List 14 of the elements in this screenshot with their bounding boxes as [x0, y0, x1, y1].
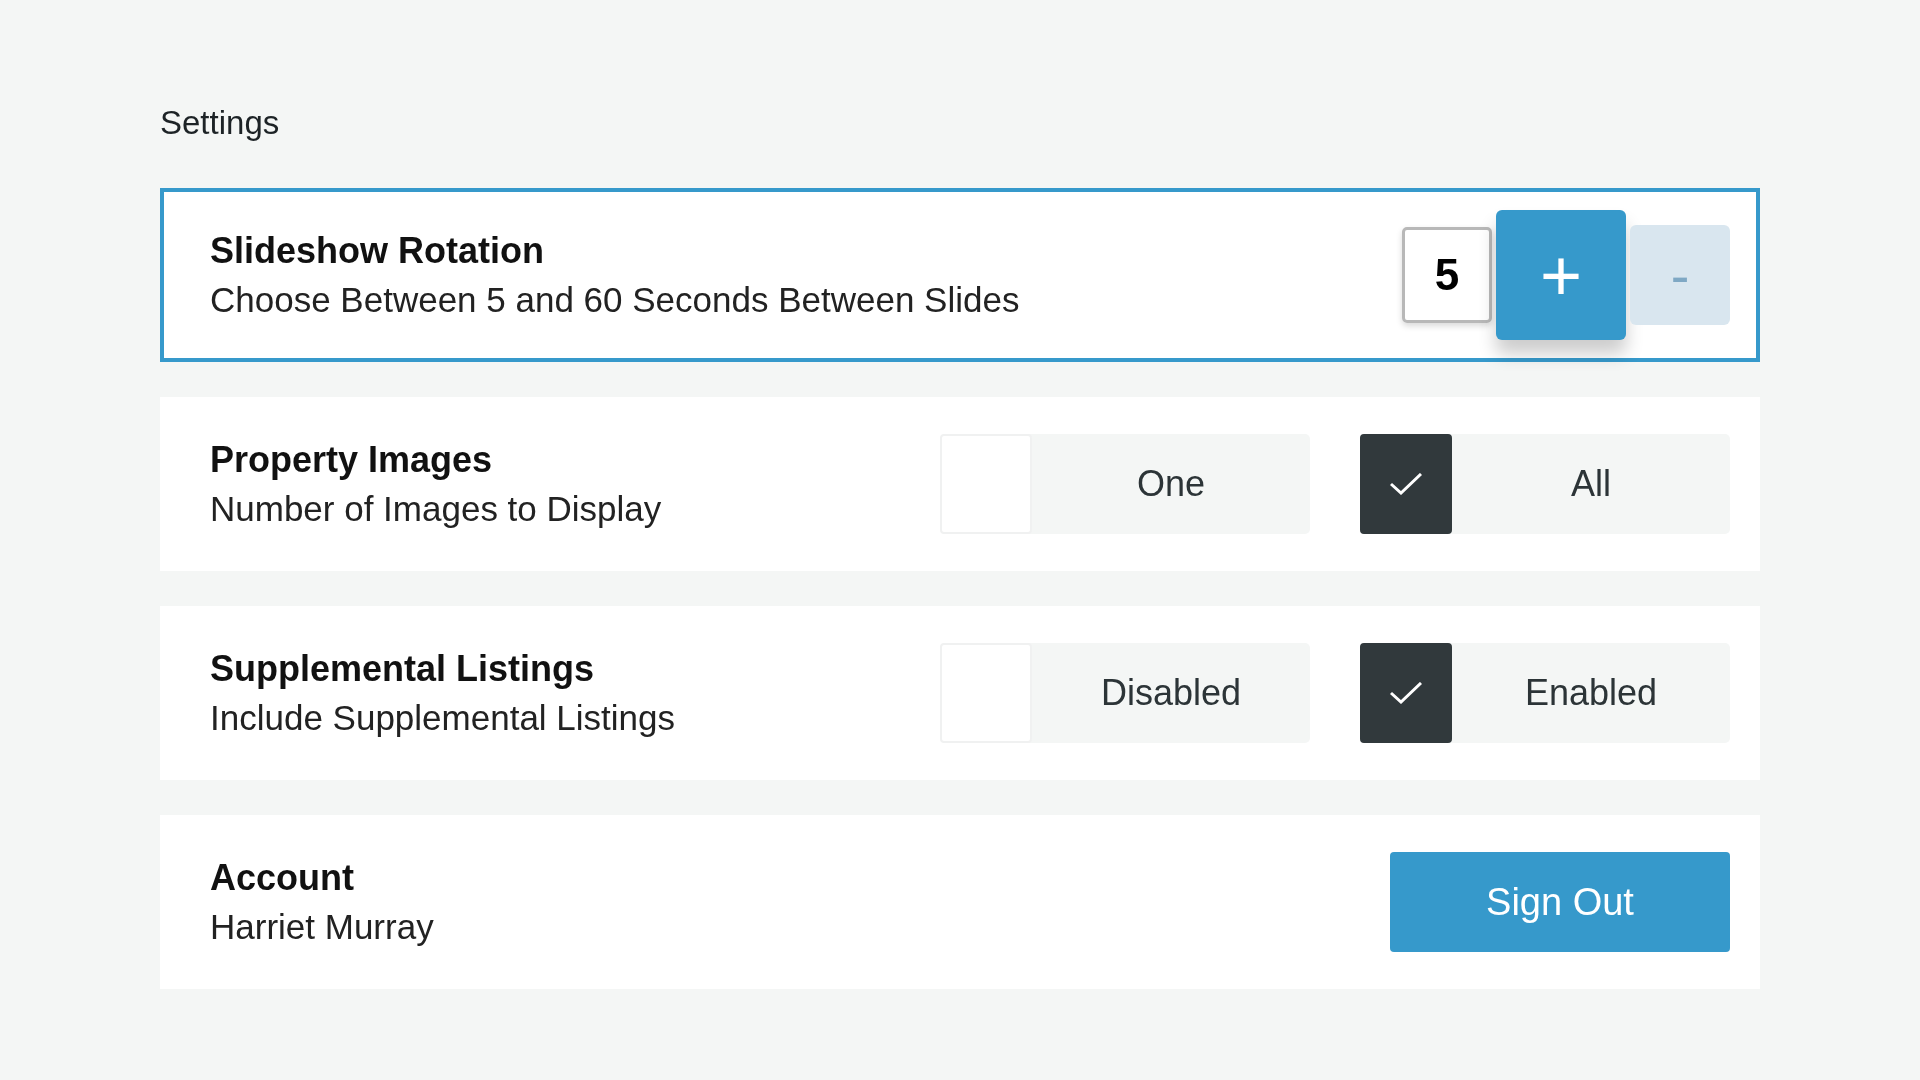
checkmark-icon: [1390, 473, 1422, 495]
setting-title: Account: [210, 857, 355, 899]
setting-description: Number of Images to Display: [210, 489, 663, 529]
setting-description: Harriet Murray: [210, 907, 435, 947]
setting-title: Property Images: [210, 439, 494, 481]
setting-description: Include Supplemental Listings: [210, 698, 676, 738]
page-title: Settings: [160, 103, 281, 143]
setting-title: Supplemental Listings: [210, 648, 596, 690]
checkbox[interactable]: [1360, 434, 1452, 534]
checkbox[interactable]: [1360, 643, 1452, 743]
setting-description: Choose Between 5 and 60 Seconds Between Slides: [210, 280, 1021, 320]
checkmark-icon: [1390, 682, 1422, 704]
value-field[interactable]: 5: [1402, 227, 1492, 323]
setting-title: Slideshow Rotation: [210, 230, 545, 272]
